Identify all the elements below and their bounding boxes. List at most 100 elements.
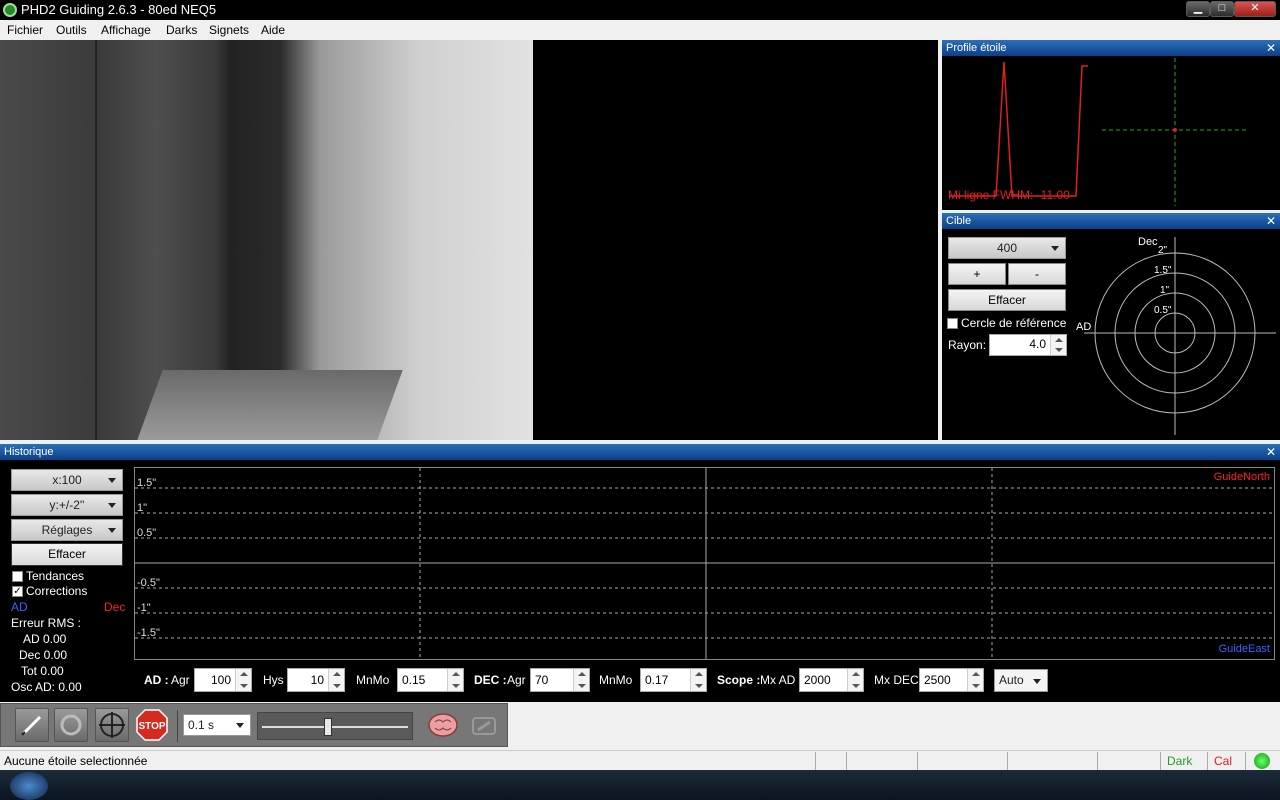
history-title: Historique	[4, 446, 54, 458]
fwhm-label: Mi ligne FWHM: -11.00	[948, 188, 1070, 202]
ad-hys-spinner[interactable]: 10	[287, 668, 345, 692]
brain-button[interactable]	[426, 708, 460, 742]
ad-mnmo-label: MnMo	[356, 673, 390, 687]
history-close-icon[interactable]: ✕	[1266, 444, 1276, 460]
reference-circle-checkbox[interactable]	[947, 318, 958, 329]
close-button[interactable]: ✕	[1234, 1, 1276, 17]
ring-label-1: 1"	[1160, 285, 1170, 296]
menu-outils[interactable]: Outils	[56, 23, 87, 37]
target-title: Cible	[946, 215, 972, 227]
tools-button[interactable]	[467, 708, 501, 742]
app-icon	[3, 3, 17, 17]
status-divider	[1207, 752, 1208, 770]
spin-arrows-icon[interactable]	[967, 669, 983, 691]
profile-curve	[950, 61, 1088, 197]
target-clear-button[interactable]: Effacer	[948, 289, 1066, 311]
spin-arrows-icon[interactable]	[1050, 335, 1066, 355]
menu-aide[interactable]: Aide	[261, 23, 285, 37]
ad-mnmo-spinner[interactable]: 0.15	[397, 668, 464, 692]
zoom-out-button[interactable]: -	[1008, 263, 1066, 285]
exposure-select[interactable]: 0.1 s	[183, 714, 251, 736]
dec-params-label: DEC :	[474, 673, 507, 687]
guide-button[interactable]	[95, 708, 129, 742]
y-scale-select[interactable]: y:+/-2''	[11, 494, 123, 516]
status-divider	[917, 752, 918, 770]
zoom-in-button[interactable]: +	[948, 263, 1006, 285]
status-divider	[1245, 752, 1246, 770]
scope-mode-select[interactable]: Auto	[994, 669, 1048, 692]
menu-signets[interactable]: Signets	[209, 23, 249, 37]
dec-mnmo-spinner[interactable]: 0.17	[640, 668, 707, 692]
start-orb-icon[interactable]	[10, 772, 48, 800]
star-profile-title: Profile étoile	[946, 42, 1007, 54]
star-profile-graph	[950, 58, 1247, 206]
ring-label-1-5: 1.5"	[1154, 265, 1172, 276]
ad-params-label: AD :	[144, 673, 169, 687]
target-close-icon[interactable]: ✕	[1266, 213, 1276, 229]
toolbar: STOP 0.1 s	[0, 703, 508, 747]
star-profile-panel: Profile étoile ✕ Mi ligne FWHM: -11.00	[942, 40, 1280, 210]
mx-dec-value: 2500	[924, 673, 951, 687]
refresh-icon	[60, 714, 82, 736]
connection-status-icon	[1254, 753, 1270, 769]
radius-value: 4.0	[1029, 337, 1046, 351]
history-clear-button[interactable]: Effacer	[11, 543, 123, 566]
target-scale-select[interactable]: 400	[948, 237, 1066, 259]
maximize-button[interactable]: □	[1210, 1, 1234, 17]
corrections-checkbox[interactable]: ✓	[12, 586, 23, 597]
menu-fichier[interactable]: Fichier	[7, 23, 43, 37]
stop-icon: STOP	[136, 709, 168, 741]
loop-exposure-button[interactable]	[54, 708, 88, 742]
trends-checkbox[interactable]	[12, 571, 23, 582]
dec-agr-spinner[interactable]: 70	[530, 668, 590, 692]
menu-darks[interactable]: Darks	[166, 23, 197, 37]
slider-track	[262, 726, 408, 728]
minimize-button[interactable]: ▁	[1186, 1, 1210, 17]
status-divider	[1097, 752, 1098, 770]
target-panel: Cible ✕ 400 + - Effacer Cercle de référe…	[942, 213, 1280, 440]
star-profile-header: Profile étoile ✕	[942, 40, 1280, 56]
ring-label-0-5: 0.5"	[1154, 305, 1172, 316]
ad-agr-spinner[interactable]: 100	[194, 668, 252, 692]
slider-thumb[interactable]	[324, 718, 333, 736]
chevron-down-icon	[1033, 678, 1041, 684]
title-bar: PHD2 Guiding 2.6.3 - 80ed NEQ5 ▁ □ ✕	[0, 0, 1280, 20]
camera-image-floor	[137, 370, 403, 440]
radius-spinner[interactable]: 4.0	[989, 334, 1067, 356]
history-graph-grid	[135, 468, 1274, 659]
history-header: Historique ✕	[0, 444, 1280, 460]
mx-ad-spinner[interactable]: 2000	[799, 668, 864, 692]
reference-circle-label: Cercle de référence	[961, 316, 1067, 330]
spin-arrows-icon[interactable]	[573, 669, 589, 691]
rms-dec: Dec 0.00	[19, 648, 68, 662]
ad-agr-label: Agr	[171, 673, 190, 687]
crosshair-icon	[99, 712, 125, 738]
spin-arrows-icon[interactable]	[847, 669, 863, 691]
axis-dec-label: Dec	[1138, 236, 1158, 248]
corrections-label: Corrections	[26, 584, 88, 598]
cal-indicator: Cal	[1214, 754, 1233, 768]
spin-arrows-icon[interactable]	[328, 669, 344, 691]
stop-label: STOP	[138, 721, 165, 732]
star-profile-close-icon[interactable]: ✕	[1266, 40, 1276, 56]
spin-arrows-icon[interactable]	[690, 669, 706, 691]
chevron-down-icon	[236, 723, 244, 728]
target-scale-value: 400	[996, 241, 1018, 255]
history-settings-select[interactable]: Réglages	[11, 519, 123, 541]
gamma-slider[interactable]	[257, 712, 413, 740]
status-divider	[815, 752, 816, 770]
mx-dec-spinner[interactable]: 2500	[919, 668, 984, 692]
spin-arrows-icon[interactable]	[235, 669, 251, 691]
toolbar-divider	[177, 710, 178, 742]
camera-view[interactable]	[0, 40, 938, 440]
x-scale-value: x:100	[52, 473, 82, 487]
spin-arrows-icon[interactable]	[447, 669, 463, 691]
loop-button[interactable]	[15, 708, 49, 742]
osc-ad: Osc AD: 0.00	[11, 680, 82, 694]
menu-bar: Fichier Outils Affichage Darks Signets A…	[0, 20, 1280, 40]
legend-ad: AD	[11, 600, 28, 614]
stop-button[interactable]: STOP	[135, 708, 169, 742]
menu-affichage[interactable]: Affichage	[101, 23, 151, 37]
grid-label: -0.5"	[137, 577, 160, 589]
x-scale-select[interactable]: x:100	[11, 469, 123, 491]
